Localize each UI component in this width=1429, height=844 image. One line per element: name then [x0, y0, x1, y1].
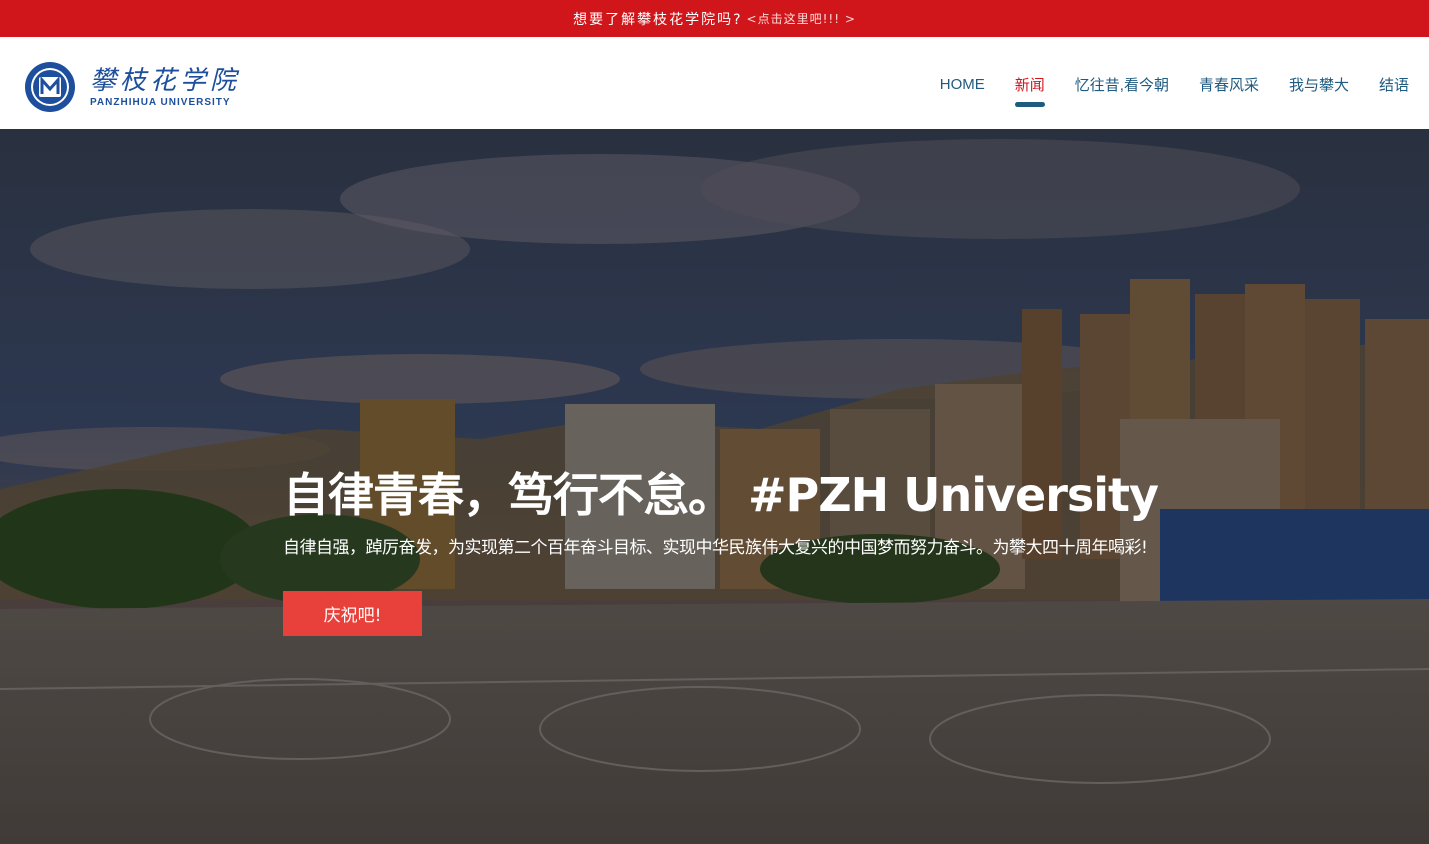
active-indicator: [1014, 102, 1045, 107]
announcement-link[interactable]: <点击这里吧!!! >: [747, 10, 856, 27]
site-header: 攀枝花学院 PANZHIHUA UNIVERSITY HOME 新闻 忆往昔,看…: [0, 37, 1429, 129]
announcement-bar: 想要了解攀枝花学院吗? <点击这里吧!!! >: [0, 0, 1429, 37]
nav-item-label: 忆往昔,看今朝: [1074, 77, 1169, 94]
nav-item-youth[interactable]: 青春风采: [1199, 74, 1259, 95]
nav-item-label: 新闻: [1014, 77, 1045, 94]
announcement-text: 想要了解攀枝花学院吗?: [573, 11, 743, 28]
nav-item-label: 结语: [1378, 77, 1409, 94]
hero-subtitle: 自律自强，踔厉奋发，为实现第二个百年奋斗目标、实现中华民族伟大复兴的中国梦而努力…: [283, 538, 1148, 558]
celebrate-button[interactable]: 庆祝吧!: [283, 591, 422, 636]
brand-name-cn: 攀枝花学院: [90, 65, 241, 96]
university-emblem-icon: [25, 62, 75, 112]
hero-banner: 自律青春，笃行不怠。 #PZH University 自律自强，踔厉奋发，为实现…: [0, 129, 1429, 844]
nav-item-me-and-pzh[interactable]: 我与攀大: [1289, 74, 1349, 95]
nav-item-label: HOME: [939, 76, 985, 93]
nav-item-conclusion[interactable]: 结语: [1379, 74, 1409, 95]
hero-title: 自律青春，笃行不怠。 #PZH University: [283, 468, 1159, 522]
nav-item-label: 我与攀大: [1288, 77, 1349, 94]
nav-item-label: 青春风采: [1198, 77, 1259, 94]
brand-name-en: PANZHIHUA UNIVERSITY: [90, 96, 231, 108]
nav-item-home[interactable]: HOME: [940, 76, 985, 93]
main-nav: HOME 新闻 忆往昔,看今朝 青春风采 我与攀大 结语: [910, 74, 1409, 107]
hero-content: 自律青春，笃行不怠。 #PZH University 自律自强，踔厉奋发，为实现…: [283, 459, 1159, 636]
nav-item-news[interactable]: 新闻: [1014, 74, 1045, 107]
logo[interactable]: 攀枝花学院 PANZHIHUA UNIVERSITY: [24, 61, 240, 113]
nav-item-history[interactable]: 忆往昔,看今朝: [1075, 74, 1169, 95]
